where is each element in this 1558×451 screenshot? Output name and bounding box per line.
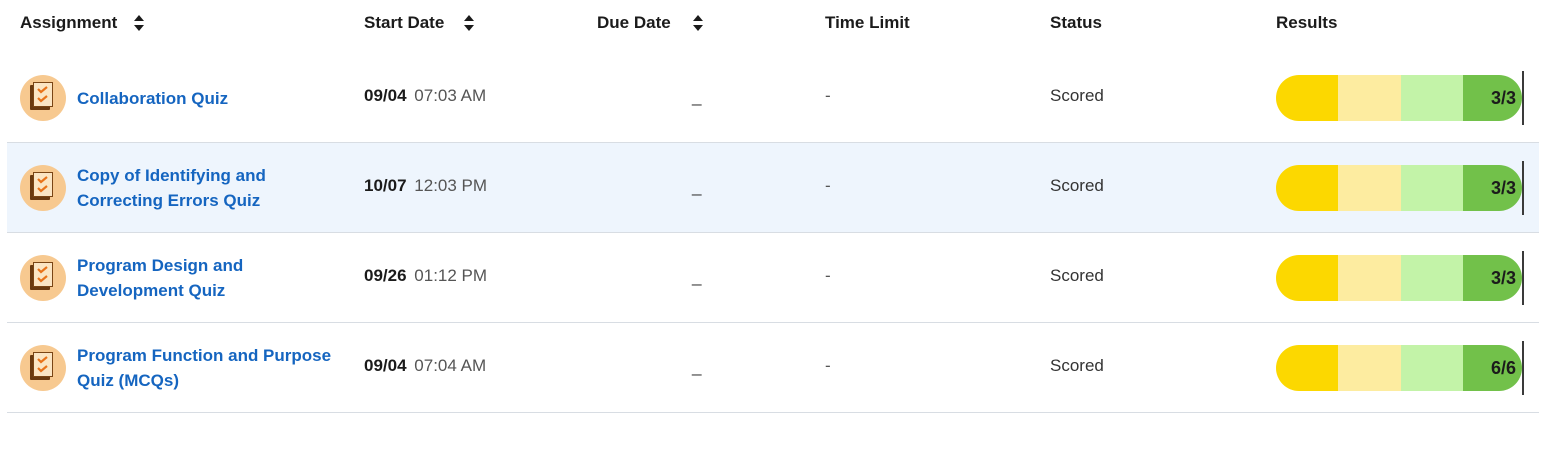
checklist-icon bbox=[20, 165, 66, 211]
score-label: 3/3 bbox=[1490, 87, 1516, 108]
time-limit-value: - bbox=[825, 266, 831, 285]
table-row: Program Design and Development Quiz 09/2… bbox=[7, 233, 1539, 323]
start-date: 09/04 07:04 AM bbox=[364, 356, 486, 376]
score-marker bbox=[1522, 71, 1524, 125]
results-column-header: Results bbox=[1276, 13, 1337, 33]
status-column-header: Status bbox=[1050, 13, 1102, 33]
score-label: 6/6 bbox=[1490, 357, 1516, 378]
score-label: 3/3 bbox=[1490, 267, 1516, 288]
due-date-value: _ bbox=[692, 87, 702, 106]
checklist-icon bbox=[20, 345, 66, 391]
status-value: Scored bbox=[1050, 356, 1104, 375]
start-date-day: 09/04 bbox=[364, 86, 407, 105]
due-date-header-label: Due Date bbox=[597, 13, 671, 32]
results-score-bar[interactable]: 3/3 bbox=[1276, 255, 1522, 301]
time-limit-value: - bbox=[825, 86, 831, 105]
table-row: Collaboration Quiz 09/04 07:03 AM _ - Sc… bbox=[7, 53, 1539, 143]
score-marker bbox=[1522, 251, 1524, 305]
results-score-bar[interactable]: 6/6 bbox=[1276, 345, 1522, 391]
assignment-column-header[interactable]: Assignment bbox=[20, 13, 145, 33]
score-marker bbox=[1522, 161, 1524, 215]
table-row: Program Function and Purpose Quiz (MCQs)… bbox=[7, 323, 1539, 413]
start-date-header-label: Start Date bbox=[364, 13, 445, 32]
sort-icon[interactable] bbox=[463, 13, 475, 33]
assignments-table: Assignment Start Date Due Date Time Limi… bbox=[0, 0, 1558, 451]
table-header: Assignment Start Date Due Date Time Limi… bbox=[0, 0, 1558, 50]
start-date: 10/07 12:03 PM bbox=[364, 176, 487, 196]
assignment-title-link[interactable]: Copy of Identifying and Correcting Error… bbox=[77, 163, 337, 213]
checklist-icon bbox=[20, 75, 66, 121]
start-date-day: 09/04 bbox=[364, 356, 407, 375]
table-row: Copy of Identifying and Correcting Error… bbox=[7, 143, 1539, 233]
time-limit-header-label: Time Limit bbox=[825, 13, 910, 32]
start-date-time: 12:03 PM bbox=[414, 176, 488, 195]
assignment-header-label: Assignment bbox=[20, 13, 118, 32]
time-limit-value: - bbox=[825, 176, 831, 195]
score-label: 3/3 bbox=[1490, 177, 1516, 198]
results-score-bar[interactable]: 3/3 bbox=[1276, 75, 1522, 121]
status-header-label: Status bbox=[1050, 13, 1102, 32]
time-limit-column-header: Time Limit bbox=[825, 13, 910, 33]
sort-icon[interactable] bbox=[133, 13, 145, 33]
start-date: 09/26 01:12 PM bbox=[364, 266, 487, 286]
due-date-column-header[interactable]: Due Date bbox=[597, 13, 704, 33]
start-date-time: 07:03 AM bbox=[414, 86, 487, 105]
start-date: 09/04 07:03 AM bbox=[364, 86, 486, 106]
sort-icon[interactable] bbox=[692, 13, 704, 33]
status-value: Scored bbox=[1050, 266, 1104, 285]
assignment-title-link[interactable]: Program Function and Purpose Quiz (MCQs) bbox=[77, 343, 337, 393]
due-date-value: _ bbox=[692, 267, 702, 286]
results-header-label: Results bbox=[1276, 13, 1338, 32]
checklist-icon bbox=[20, 255, 66, 301]
due-date-value: _ bbox=[692, 177, 702, 196]
status-value: Scored bbox=[1050, 176, 1104, 195]
start-date-day: 09/26 bbox=[364, 266, 407, 285]
assignment-title-link[interactable]: Collaboration Quiz bbox=[77, 86, 337, 111]
results-score-bar[interactable]: 3/3 bbox=[1276, 165, 1522, 211]
status-value: Scored bbox=[1050, 86, 1104, 105]
assignment-title-link[interactable]: Program Design and Development Quiz bbox=[77, 253, 337, 303]
due-date-value: _ bbox=[692, 357, 702, 376]
score-marker bbox=[1522, 341, 1524, 395]
start-date-time: 07:04 AM bbox=[414, 356, 487, 375]
start-date-column-header[interactable]: Start Date bbox=[364, 13, 475, 33]
start-date-time: 01:12 PM bbox=[414, 266, 488, 285]
time-limit-value: - bbox=[825, 356, 831, 375]
start-date-day: 10/07 bbox=[364, 176, 407, 195]
